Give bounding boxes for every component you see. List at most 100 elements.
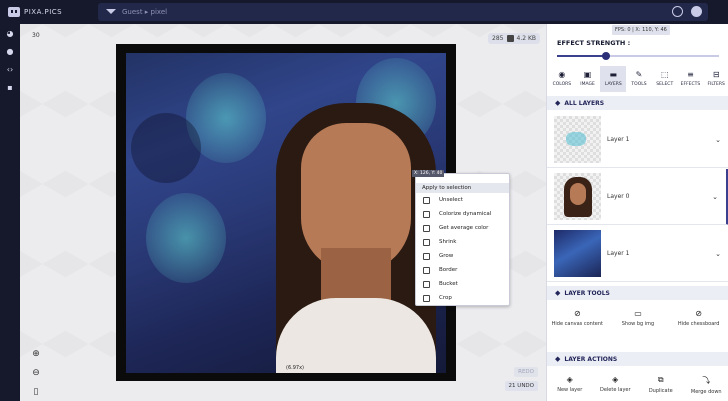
brush-size: 30 (32, 32, 40, 39)
tab-label: SELECT (656, 82, 674, 87)
tab-tools[interactable]: ✎ TOOLS (626, 66, 652, 92)
delete-layer-button[interactable]: ◈ Delete layer (594, 375, 636, 396)
slider-knob[interactable] (601, 52, 610, 60)
tab-image[interactable]: ▣ IMAGE (575, 66, 601, 92)
fps-readout: FPS: 0 | X: 110, Y: 46 (612, 25, 670, 35)
layer-name: Layer 1 (607, 250, 630, 257)
canvas-area[interactable]: 30 285 4.2 KB (6.97x) X: 126, Y: 40 Appl… (20, 24, 546, 401)
tab-layers[interactable]: ▬ LAYERS (600, 66, 627, 92)
tool-label: New layer (557, 387, 583, 393)
zoom-controls: ⊕ ⊖ ▯ (30, 348, 42, 398)
menu-item-unselect[interactable]: Unselect (416, 193, 509, 207)
menu-item-shrink[interactable]: Shrink (416, 235, 509, 249)
menu-item-average-color[interactable]: Get average color (416, 221, 509, 235)
layer-thumbnail (554, 116, 601, 163)
undo-button[interactable]: 21 UNDO (504, 381, 538, 391)
tab-label: IMAGE (580, 82, 595, 87)
border-icon (423, 266, 430, 274)
chevron-down-icon[interactable]: ⌄ (715, 250, 721, 258)
effect-strength-slider[interactable] (557, 52, 719, 60)
select-icon: ⬚ (660, 70, 669, 79)
tab-label: FILTERS (707, 82, 725, 87)
hide-chessboard-icon: ⊘ (695, 309, 702, 318)
folder-icon: ▬ (609, 70, 618, 79)
layer-item[interactable]: Layer 1 ⌄ (547, 112, 728, 168)
duplicate-button[interactable]: ⧉ Duplicate (640, 375, 682, 396)
layer-actions-header[interactable]: ◆ LAYER ACTIONS (547, 352, 728, 366)
effect-strength-label: EFFECT STRENGTH : (557, 39, 631, 47)
tab-label: LAYERS (604, 82, 622, 87)
top-bar: PIXA.PICS Guest ▸ pixel (0, 0, 728, 24)
layer-thumbnail (554, 173, 601, 220)
context-menu: X: 126, Y: 40 Apply to selection Unselec… (412, 170, 510, 306)
canvas-size-badge: 285 4.2 KB (488, 33, 540, 44)
unselect-icon (423, 196, 430, 204)
palette-icon[interactable]: ◕ (0, 24, 20, 42)
merge-down-icon: ⤵ (702, 376, 711, 385)
all-layers-header[interactable]: ◆ ALL LAYERS (547, 96, 728, 110)
chevron-down-icon[interactable]: ⌄ (715, 136, 721, 144)
app-root: PIXA.PICS Guest ▸ pixel ◕ ● ‹› ▪ 30 285 … (0, 0, 728, 401)
code-icon[interactable]: ‹› (0, 60, 20, 78)
zoom-out-icon[interactable]: ⊖ (30, 367, 42, 379)
shrink-icon (423, 238, 430, 246)
logo-icon (8, 7, 20, 17)
menu-item-label: Crop (439, 295, 452, 301)
user-icon[interactable]: ● (0, 42, 20, 60)
duplicate-icon: ⧉ (657, 375, 664, 384)
chevron-down-icon[interactable]: ⌄ (712, 193, 718, 201)
thumb-art (554, 230, 601, 277)
layer-tools: ⊘ Hide canvas content ▭ Show bg img ⊘ Hide … (547, 309, 728, 328)
canvas-dimension: 285 (492, 35, 504, 42)
menu-item-label: Colorize dynamical (439, 211, 492, 217)
account-icon[interactable] (691, 6, 702, 17)
file-icon[interactable]: ▯ (30, 386, 42, 398)
slider-fill (557, 55, 606, 57)
menu-item-colorize[interactable]: Colorize dynamical (416, 207, 509, 221)
menu-item-grow[interactable]: Grow (416, 249, 509, 263)
brush-icon: ✎ (635, 70, 643, 79)
right-panel: FPS: 0 | X: 110, Y: 46 EFFECT STRENGTH :… (546, 24, 728, 401)
new-layer-button[interactable]: ◈ New layer (549, 375, 591, 396)
tab-label: TOOLS (631, 82, 647, 87)
show-bg-icon: ▭ (634, 309, 642, 318)
layer-item[interactable]: Layer 1 ⌄ (547, 226, 728, 282)
show-bg-button[interactable]: ▭ Show bg img (610, 309, 666, 328)
hide-chessboard-button[interactable]: ⊘ Hide chessboard (671, 309, 727, 328)
menu-item-border[interactable]: Border (416, 263, 509, 277)
info-icon[interactable] (672, 6, 683, 17)
layer-item[interactable]: Layer 0 ⌄ (547, 169, 728, 225)
colorize-icon (423, 210, 430, 218)
breadcrumb: Guest ▸ pixel (122, 8, 168, 16)
tab-effects[interactable]: ≡ EFFECTS (678, 66, 704, 92)
file-icon (506, 35, 514, 42)
tool-label: Hide canvas content (551, 321, 603, 327)
hide-canvas-button[interactable]: ⊘ Hide canvas content (549, 309, 605, 328)
layer-actions: ◈ New layer ◈ Delete layer ⧉ Duplicate ⤵ Mer… (547, 375, 728, 396)
canvas-frame: (6.97x) (116, 44, 456, 381)
menu-item-bucket[interactable]: Bucket (416, 277, 509, 291)
tab-filters[interactable]: ⊟ FILTERS (703, 66, 728, 92)
chat-icon[interactable]: ▪ (0, 78, 20, 96)
menu-item-crop[interactable]: Crop (416, 291, 509, 305)
shadow-patch (131, 113, 201, 183)
merge-down-button[interactable]: ⤵ Merge down (685, 375, 727, 396)
tab-label: EFFECTS (680, 82, 701, 87)
redo-button[interactable]: REDO (514, 367, 538, 377)
tab-colors[interactable]: ◉ COLORS (549, 66, 575, 92)
bird-icon (106, 9, 116, 15)
thumb-art (564, 177, 592, 217)
tab-select[interactable]: ⬚ SELECT (652, 66, 678, 92)
hide-canvas-icon: ⊘ (573, 309, 581, 318)
menu-item-label: Bucket (439, 281, 458, 287)
tool-label: Duplicate (648, 388, 673, 394)
tool-label: Hide chessboard (677, 321, 720, 327)
section-title: LAYER TOOLS (564, 289, 610, 297)
zoom-in-icon[interactable]: ⊕ (30, 348, 42, 360)
menu-item-label: Shrink (439, 239, 457, 245)
image-icon: ▣ (583, 70, 592, 79)
address-bar[interactable]: Guest ▸ pixel (98, 3, 708, 21)
pixel-artwork[interactable]: (6.97x) (126, 53, 446, 373)
layer-tools-header[interactable]: ◆ LAYER TOOLS (547, 286, 728, 300)
brand[interactable]: PIXA.PICS (0, 7, 96, 17)
